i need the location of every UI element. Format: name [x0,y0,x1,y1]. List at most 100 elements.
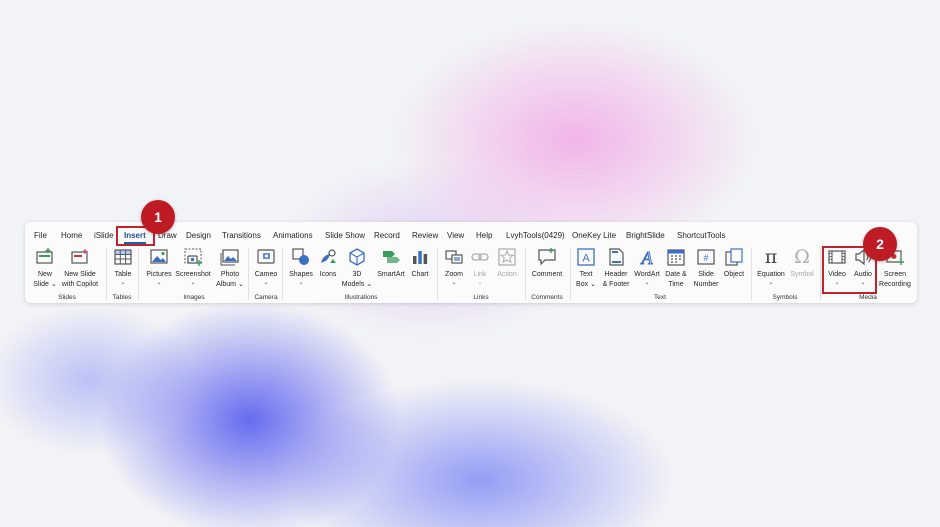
icons-icon [317,246,339,268]
slide-number-icon: # [695,246,717,268]
smartart-button[interactable]: SmartArt [374,246,408,280]
icons-label: Icons [319,271,337,278]
group-label-links: Links [473,294,489,301]
zoom-button[interactable]: Zoom ⌄ [442,246,466,286]
link-label: Link [473,271,487,278]
3d-models-button[interactable]: 3D Models ⌄ [341,246,373,289]
screen-recording-label: Screen Recording [879,271,911,288]
date-time-label: Date & Time [665,271,687,288]
new-slide-button[interactable]: New Slide ⌄ [33,246,57,289]
step-2-badge: 2 [863,227,897,261]
smartart-icon [380,246,402,268]
text-box-icon: A [575,246,597,268]
chevron-down-icon: ⌄ [768,279,774,286]
shapes-icon [290,246,312,268]
equation-button[interactable]: π Equation ⌄ [755,246,787,286]
comment-icon [536,246,558,268]
tab-animations[interactable]: Animations [273,231,313,241]
object-button[interactable]: Object [721,246,747,280]
group-label-slides: Slides [58,294,76,301]
equation-label: Equation [757,271,785,278]
comment-button[interactable]: Comment [529,246,565,280]
table-label: Table [114,271,132,278]
tab-islide[interactable]: iSlide [94,231,114,241]
tab-view[interactable]: View [447,231,464,241]
table-button[interactable]: Table ⌄ [111,246,135,286]
svg-text:A: A [641,248,654,267]
wordart-label: WordArt [634,271,660,278]
group-separator [248,248,249,300]
screenshot-button[interactable]: Screenshot ⌄ [175,246,211,286]
pictures-icon [148,246,170,268]
tab-slide-show[interactable]: Slide Show [325,231,365,241]
photo-album-icon [219,246,241,268]
tab-lvyhtools[interactable]: LvyhTools(0429) [506,231,565,241]
chevron-down-icon: ⌄ [298,279,304,286]
shapes-label: Shapes [289,271,313,278]
chart-icon [409,246,431,268]
slide-number-button[interactable]: # Slide Number [691,246,721,289]
tab-record[interactable]: Record [374,231,400,241]
chevron-down-icon: ⌄ [477,279,483,286]
icons-button[interactable]: Icons [317,246,339,280]
group-separator [751,248,752,300]
group-label-tables: Tables [112,294,132,301]
text-box-button[interactable]: A Text Box ⌄ [574,246,598,289]
new-slide-copilot-button[interactable]: New Slide with Copilot [58,246,102,289]
tab-help[interactable]: Help [476,231,492,241]
tab-brightslide[interactable]: BrightSlide [626,231,665,241]
object-icon [723,246,745,268]
comment-label: Comment [531,271,563,278]
group-label-symbols: Symbols [772,294,798,301]
group-label-camera: Camera [254,294,278,301]
ribbon: File Home iSlide Insert Draw Design Tran… [25,222,917,303]
link-button[interactable]: Link ⌄ [469,246,491,286]
chart-button[interactable]: Chart [409,246,431,280]
cameo-button[interactable]: Cameo ⌄ [253,246,279,286]
3d-models-icon [346,246,368,268]
tab-shortcuttools[interactable]: ShortcutTools [677,231,725,241]
chevron-down-icon: ⌄ [120,279,126,286]
symbol-button[interactable]: Ω Symbol [788,246,816,280]
new-slide-label: New Slide ⌄ [33,271,57,288]
action-button[interactable]: Action [494,246,520,280]
symbol-label: Symbol [790,271,814,278]
cameo-label: Cameo [254,271,278,278]
photo-album-label: Photo Album ⌄ [216,271,244,288]
header-footer-label: Header & Footer [602,271,630,288]
tab-transitions[interactable]: Transitions [222,231,261,241]
group-label-text: Text [654,294,666,301]
shapes-button[interactable]: Shapes ⌄ [287,246,315,286]
chevron-down-icon: ⌄ [190,279,196,286]
3d-models-label: 3D Models ⌄ [341,271,373,288]
tab-file[interactable]: File [34,231,47,241]
tab-home[interactable]: Home [61,231,82,241]
group-separator [820,248,821,300]
new-slide-copilot-label: New Slide with Copilot [61,271,99,288]
wordart-icon: A [636,246,658,268]
date-time-icon [665,246,687,268]
group-separator [525,248,526,300]
svg-text:A: A [582,253,590,265]
text-box-label: Text Box ⌄ [576,271,596,288]
date-time-button[interactable]: Date & Time [662,246,690,289]
step-1-badge: 1 [141,200,175,234]
pictures-button[interactable]: Pictures ⌄ [144,246,174,286]
tab-design[interactable]: Design [186,231,211,241]
chevron-down-icon: ⌄ [156,279,162,286]
screenshot-icon [182,246,204,268]
table-icon [112,246,134,268]
group-separator [138,248,139,300]
cameo-icon [255,246,277,268]
svg-text:#: # [703,253,708,263]
header-footer-button[interactable]: Header & Footer [600,246,632,289]
tab-review[interactable]: Review [412,231,438,241]
slide-number-label: Slide Number [693,271,719,288]
group-separator [437,248,438,300]
photo-album-button[interactable]: Photo Album ⌄ [215,246,245,289]
group-separator [282,248,283,300]
tab-onekey-lite[interactable]: OneKey Lite [572,231,616,241]
wordart-button[interactable]: A WordArt ⌄ [632,246,662,286]
link-icon [469,246,491,268]
new-slide-icon [34,246,56,268]
